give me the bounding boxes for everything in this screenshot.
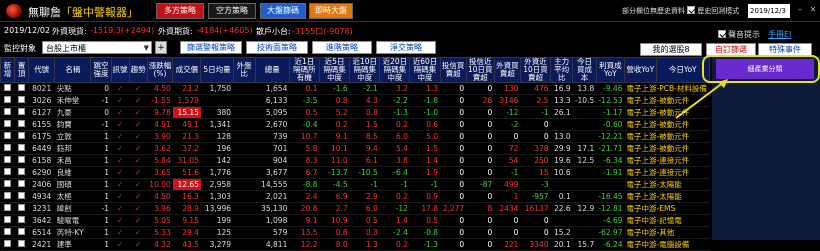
inst-it10: 0: [466, 238, 495, 251]
revenue-yoy: -6.24: [596, 238, 625, 251]
add-checkbox[interactable]: [4, 240, 12, 247]
pin-checkbox[interactable]: [18, 240, 26, 247]
signal-icon: ✓: [111, 238, 130, 251]
inst-fi: 221: [494, 238, 521, 251]
outer-ratio: [233, 238, 256, 251]
stock-code[interactable]: 2421: [28, 238, 55, 251]
add-cell[interactable]: [0, 238, 15, 251]
trend-icon: ✓: [129, 238, 148, 251]
chip-c20: 0.2: [379, 238, 410, 251]
chip-c10: 1.3: [349, 238, 380, 251]
chip-c60: -1.3: [409, 238, 441, 251]
gap-strength: 1: [90, 238, 112, 251]
total-volume: 4,811: [255, 238, 290, 251]
inst-it: 0: [440, 238, 467, 251]
change-pct: 4.32: [147, 238, 173, 251]
chip-c1: 12.2: [289, 238, 320, 251]
annotation-arrow-icon: [675, 79, 728, 119]
main-ratio: 20.1: [550, 238, 573, 251]
stock-name[interactable]: 建準: [54, 238, 91, 251]
chip-c5: 8.0: [319, 238, 350, 251]
cost: 15.7: [572, 238, 597, 251]
price: 43.5: [172, 238, 201, 251]
vol5: 3,279: [200, 238, 234, 251]
inst-fi10: 3340: [520, 238, 551, 251]
table-row[interactable]: 2421 建準 1 ✓ ✓ 4.32 43.5 3,279 4,811 12.2 8.0 1.3 0.2…: [0, 238, 710, 251]
pin-cell[interactable]: [14, 238, 29, 251]
industry: 電子中游-電腦設備: [624, 238, 710, 251]
